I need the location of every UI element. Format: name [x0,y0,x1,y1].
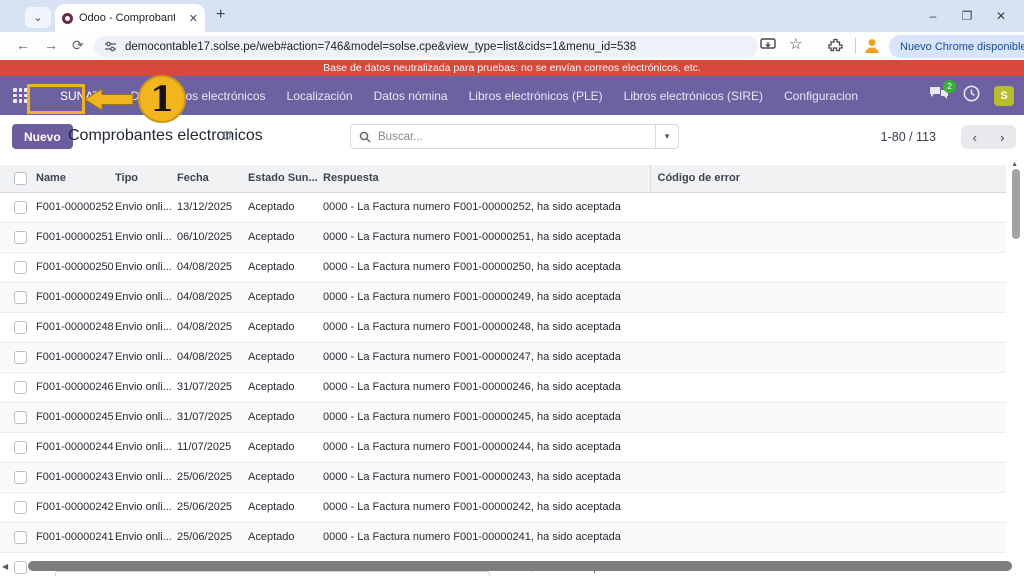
navbar-item-4[interactable]: Libros electrónicos (PLE) [467,85,605,107]
search-box[interactable] [350,124,655,149]
navbar-item-3[interactable]: Datos nómina [372,85,450,107]
row-checkbox[interactable] [14,351,27,364]
search-icon [359,131,371,143]
table-row[interactable]: F001-00000250 Envio onli... 04/08/2025 A… [0,252,1006,282]
restore-button[interactable]: ❐ [950,0,984,32]
row-checkbox[interactable] [14,531,27,544]
navbar-menu: SUNAT Documentos electrónicos Localización… [48,85,860,107]
navbar-systray: 2 S [929,76,1014,115]
table-row[interactable]: F001-00000248 Envio onli... 04/08/2025 A… [0,312,1006,342]
odoo-navbar: SUNAT Documentos electrónicos Localización… [0,76,1024,115]
chrome-update-button[interactable]: Nuevo Chrome disponible ⋮ [889,35,1024,58]
row-checkbox[interactable] [14,471,27,484]
control-panel: Nuevo Comprobantes electronicos ⚙ ▾ 1-80… [0,115,1024,158]
pager-next-button[interactable]: › [989,125,1017,149]
minimize-button[interactable]: – [916,0,950,32]
address-bar[interactable]: democontable17.solse.pe/web#action=746&m… [94,36,758,57]
messages-badge: 2 [943,80,956,93]
apps-grid-icon[interactable] [13,88,28,103]
tab-close-icon[interactable]: ✕ [189,12,198,25]
table-row[interactable]: F001-00000241 Envio onli... 25/06/2025 A… [0,522,1006,552]
row-checkbox[interactable] [14,261,27,274]
pager-range: 1-80 / 113 [881,130,936,144]
header-tipo[interactable]: Tipo [115,165,177,192]
table-row[interactable]: F001-00000249 Envio onli... 04/08/2025 A… [0,282,1006,312]
user-avatar[interactable]: S [994,86,1014,106]
clock-icon [963,85,980,102]
table-body: F001-00000252 Envio onli... 13/12/2025 A… [0,192,1006,576]
close-button[interactable]: ✕ [984,0,1018,32]
odoo-favicon-icon [62,13,73,24]
row-checkbox[interactable] [14,381,27,394]
table-row[interactable]: F001-00000244 Envio onli... 11/07/2025 A… [0,432,1006,462]
profile-avatar-icon[interactable] [862,36,882,56]
table-row[interactable]: F001-00000246 Envio onli... 31/07/2025 A… [0,372,1006,402]
neutralized-db-banner: Base de datos neutralizada para pruebas:… [0,60,1024,76]
site-settings-icon[interactable] [104,40,117,53]
table-row[interactable]: F001-00000243 Envio onli... 25/06/2025 A… [0,462,1006,492]
row-checkbox[interactable] [14,501,27,514]
table-row[interactable]: F001-00000252 Envio onli... 13/12/2025 A… [0,192,1006,222]
navbar-item-6[interactable]: Configuracion [782,85,860,107]
page-title: Comprobantes electronicos [68,127,263,145]
caret-down-icon: ▾ [665,131,670,141]
chevron-down-icon: ⌄ [33,11,42,24]
row-checkbox[interactable] [14,291,27,304]
select-all-checkbox[interactable] [14,172,27,185]
reload-icon[interactable]: ⟳ [72,37,84,54]
list-view: Name Tipo Fecha Estado Sun... Respuesta … [0,158,1024,576]
records-table: Name Tipo Fecha Estado Sun... Respuesta … [0,165,1006,576]
horizontal-scrollbar[interactable] [28,561,1012,571]
search-input[interactable] [378,131,628,143]
header-name[interactable]: Name [36,165,115,192]
messages-button[interactable]: 2 [929,85,949,106]
header-estado[interactable]: Estado Sun... [248,165,323,192]
header-respuesta[interactable]: Respuesta [323,165,650,192]
tab-title: Odoo - Comprobantes electron [79,12,175,24]
toolbar-divider [855,38,856,54]
bookmark-star-icon[interactable]: ☆ [789,35,802,53]
table-row[interactable]: F001-00000242 Envio onli... 25/06/2025 A… [0,492,1006,522]
back-icon[interactable]: ← [16,37,30,53]
row-checkbox[interactable] [14,441,27,454]
forward-icon[interactable]: → [44,37,58,53]
row-checkbox[interactable] [14,231,27,244]
window-controls: – ❐ ✕ [916,0,1018,32]
scroll-left-icon[interactable]: ◀ [2,562,8,571]
url-text: democontable17.solse.pe/web#action=746&m… [125,41,636,53]
header-codigo-error[interactable]: Código de error [650,165,1006,192]
install-app-icon[interactable] [760,38,776,52]
table-row[interactable]: F001-00000251 Envio onli... 06/10/2025 A… [0,222,1006,252]
chrome-update-label: Nuevo Chrome disponible [900,41,1024,53]
navbar-item-5[interactable]: Libros electrónicos (SIRE) [622,85,765,107]
pager-buttons: ‹ › [961,125,1016,149]
search-area: ▾ [350,124,679,149]
tab-search-button[interactable]: ⌄ [25,7,51,28]
search-dropdown-button[interactable]: ▾ [655,124,679,149]
row-checkbox[interactable] [14,411,27,424]
gear-icon[interactable]: ⚙ [221,128,233,144]
browser-window: ⌄ Odoo - Comprobantes electron ✕ + – ❐ ✕… [0,0,1024,576]
new-tab-button[interactable]: + [216,6,225,24]
table-header-row: Name Tipo Fecha Estado Sun... Respuesta … [0,165,1006,192]
activities-button[interactable] [963,85,980,107]
vertical-scrollbar[interactable] [1012,169,1020,239]
navbar-item-2[interactable]: Localización [285,85,355,107]
navbar-item-0[interactable]: SUNAT [48,85,112,107]
scroll-up-icon[interactable]: ▲ [1011,161,1018,168]
header-fecha[interactable]: Fecha [177,165,248,192]
table-row[interactable]: F001-00000245 Envio onli... 31/07/2025 A… [0,402,1006,432]
row-checkbox[interactable] [14,321,27,334]
table-row[interactable]: F001-00000247 Envio onli... 04/08/2025 A… [0,342,1006,372]
row-checkbox[interactable] [14,561,27,574]
row-checkbox[interactable] [14,201,27,214]
browser-titlebar: ⌄ Odoo - Comprobantes electron ✕ + – ❐ ✕ [0,0,1024,32]
extensions-icon[interactable] [828,38,843,53]
new-record-button[interactable]: Nuevo [12,124,73,149]
browser-tab[interactable]: Odoo - Comprobantes electron ✕ [55,4,205,32]
pager-prev-button[interactable]: ‹ [961,125,989,149]
navbar-item-1[interactable]: Documentos electrónicos [129,85,268,107]
status-box [55,571,490,576]
